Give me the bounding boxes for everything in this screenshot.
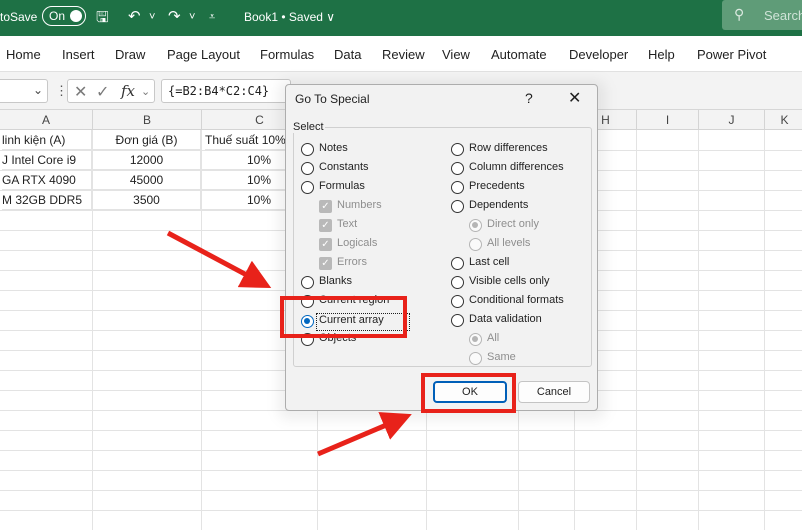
annotation-arrows <box>166 230 412 457</box>
arrow-to-ok-button <box>317 412 412 457</box>
arrow-to-current-array <box>166 230 272 289</box>
